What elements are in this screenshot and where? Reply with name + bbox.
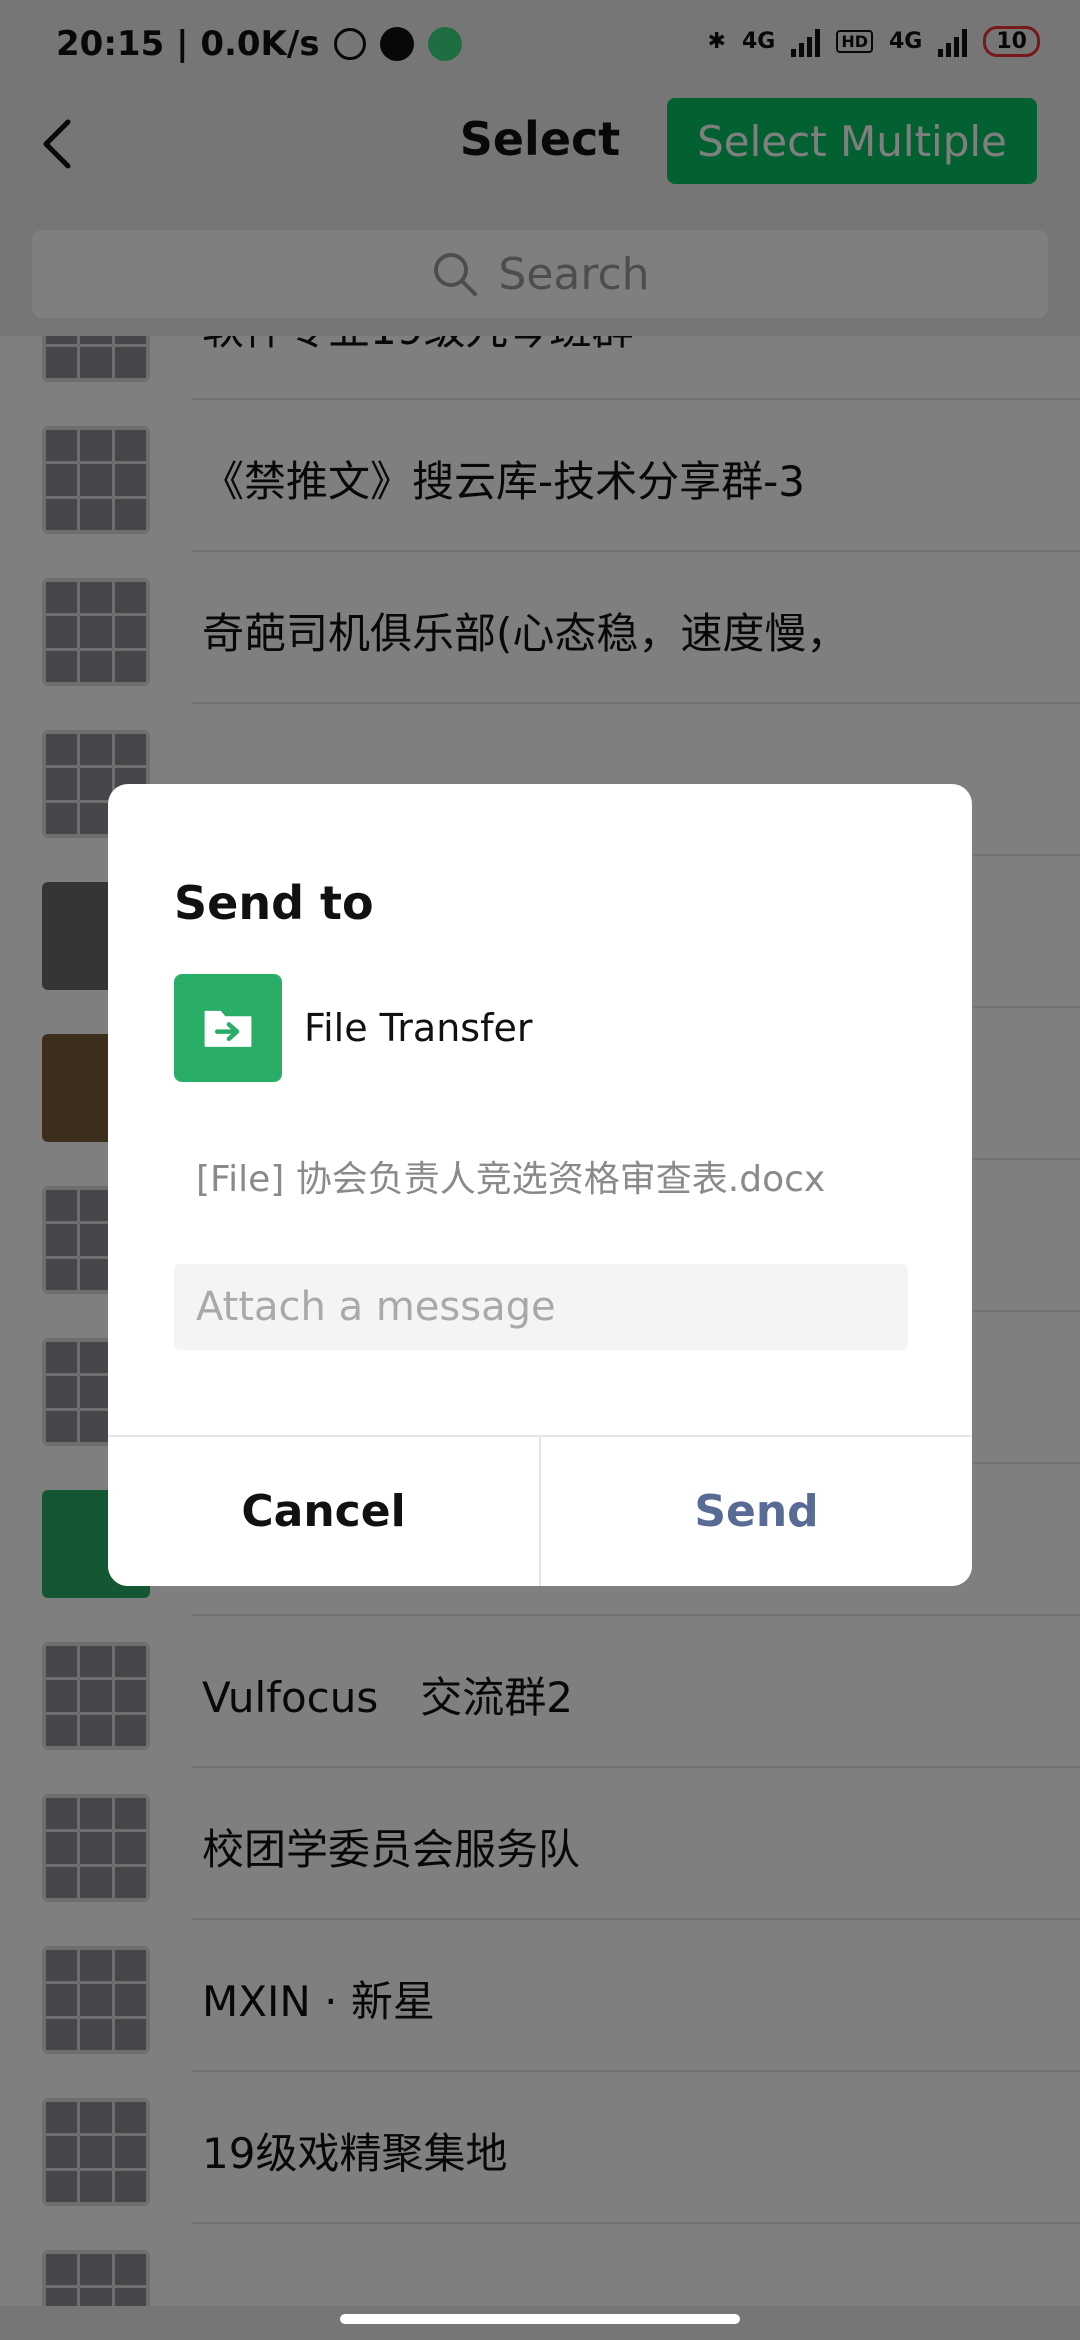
attach-message-input[interactable] [174, 1264, 908, 1350]
send-button[interactable]: Send [541, 1437, 972, 1586]
send-dialog: Send to File Transfer [File] 协会负责人竞选资格审查… [108, 784, 972, 1586]
home-indicator[interactable] [340, 2314, 740, 2324]
cancel-button[interactable]: Cancel [108, 1437, 539, 1586]
file-preview: [File] 协会负责人竞选资格审查表.docx [196, 1159, 826, 1200]
folder-arrow-icon [204, 1010, 252, 1047]
file-transfer-avatar [174, 974, 282, 1082]
dialog-title: Send to [174, 876, 374, 930]
recipient-name: File Transfer [304, 1006, 533, 1050]
